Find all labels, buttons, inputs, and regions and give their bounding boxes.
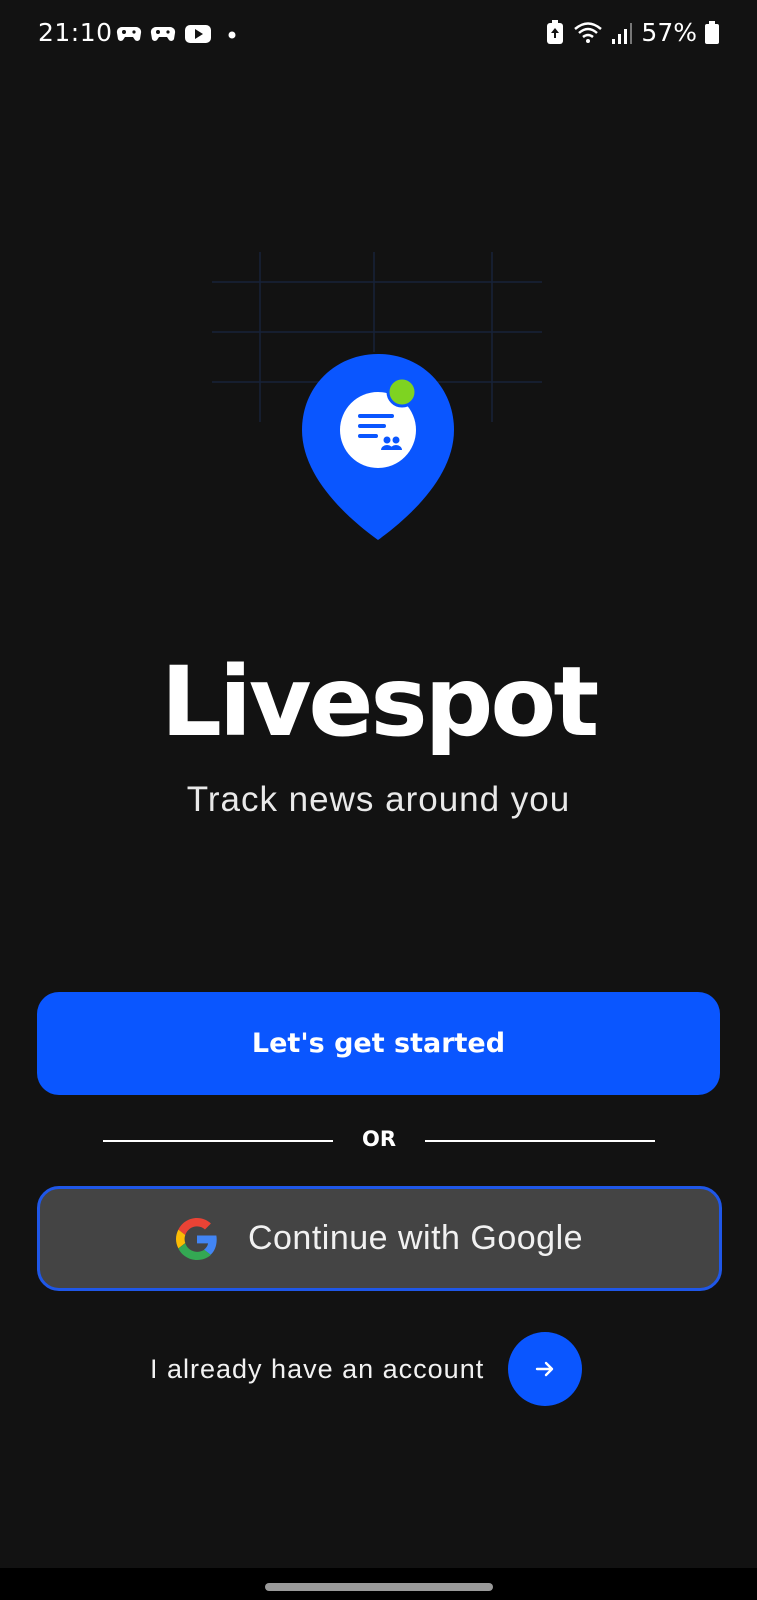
notification-icons <box>116 22 240 46</box>
arrow-right-icon <box>536 1361 554 1377</box>
app-title: Livespot <box>160 646 599 758</box>
map-pin-news-icon <box>302 354 454 540</box>
google-icon <box>175 1217 217 1260</box>
youtube-icon <box>185 25 211 43</box>
get-started-label: Let's get started <box>251 1028 506 1059</box>
system-icons: 57% <box>545 18 719 47</box>
game-controller-icon <box>150 26 176 41</box>
app-subtitle: Track news around you <box>186 780 571 819</box>
game-controller-icon <box>116 26 142 41</box>
status-bar: 21:10 57% <box>0 0 757 72</box>
battery-percentage: 57% <box>641 18 697 47</box>
continue-with-google-button[interactable]: Continue with Google <box>37 1186 722 1291</box>
wifi-icon <box>574 21 603 43</box>
existing-account-row: I already have an account <box>150 1332 583 1406</box>
or-label: OR <box>361 1127 397 1151</box>
existing-account-link[interactable]: I already have an account <box>150 1354 484 1385</box>
signal-icon <box>612 22 633 44</box>
battery-saver-icon <box>547 19 564 44</box>
existing-account-arrow-button[interactable] <box>508 1332 583 1406</box>
get-started-button[interactable]: Let's get started <box>37 992 720 1095</box>
battery-icon <box>705 20 719 44</box>
dot-icon <box>228 31 236 39</box>
home-indicator[interactable] <box>265 1583 493 1591</box>
status-time: 21:10 <box>38 18 113 47</box>
divider-line-right <box>425 1140 655 1142</box>
or-divider: OR <box>103 1123 655 1159</box>
navigation-bar <box>0 1568 757 1600</box>
google-button-label: Continue with Google <box>247 1219 584 1257</box>
